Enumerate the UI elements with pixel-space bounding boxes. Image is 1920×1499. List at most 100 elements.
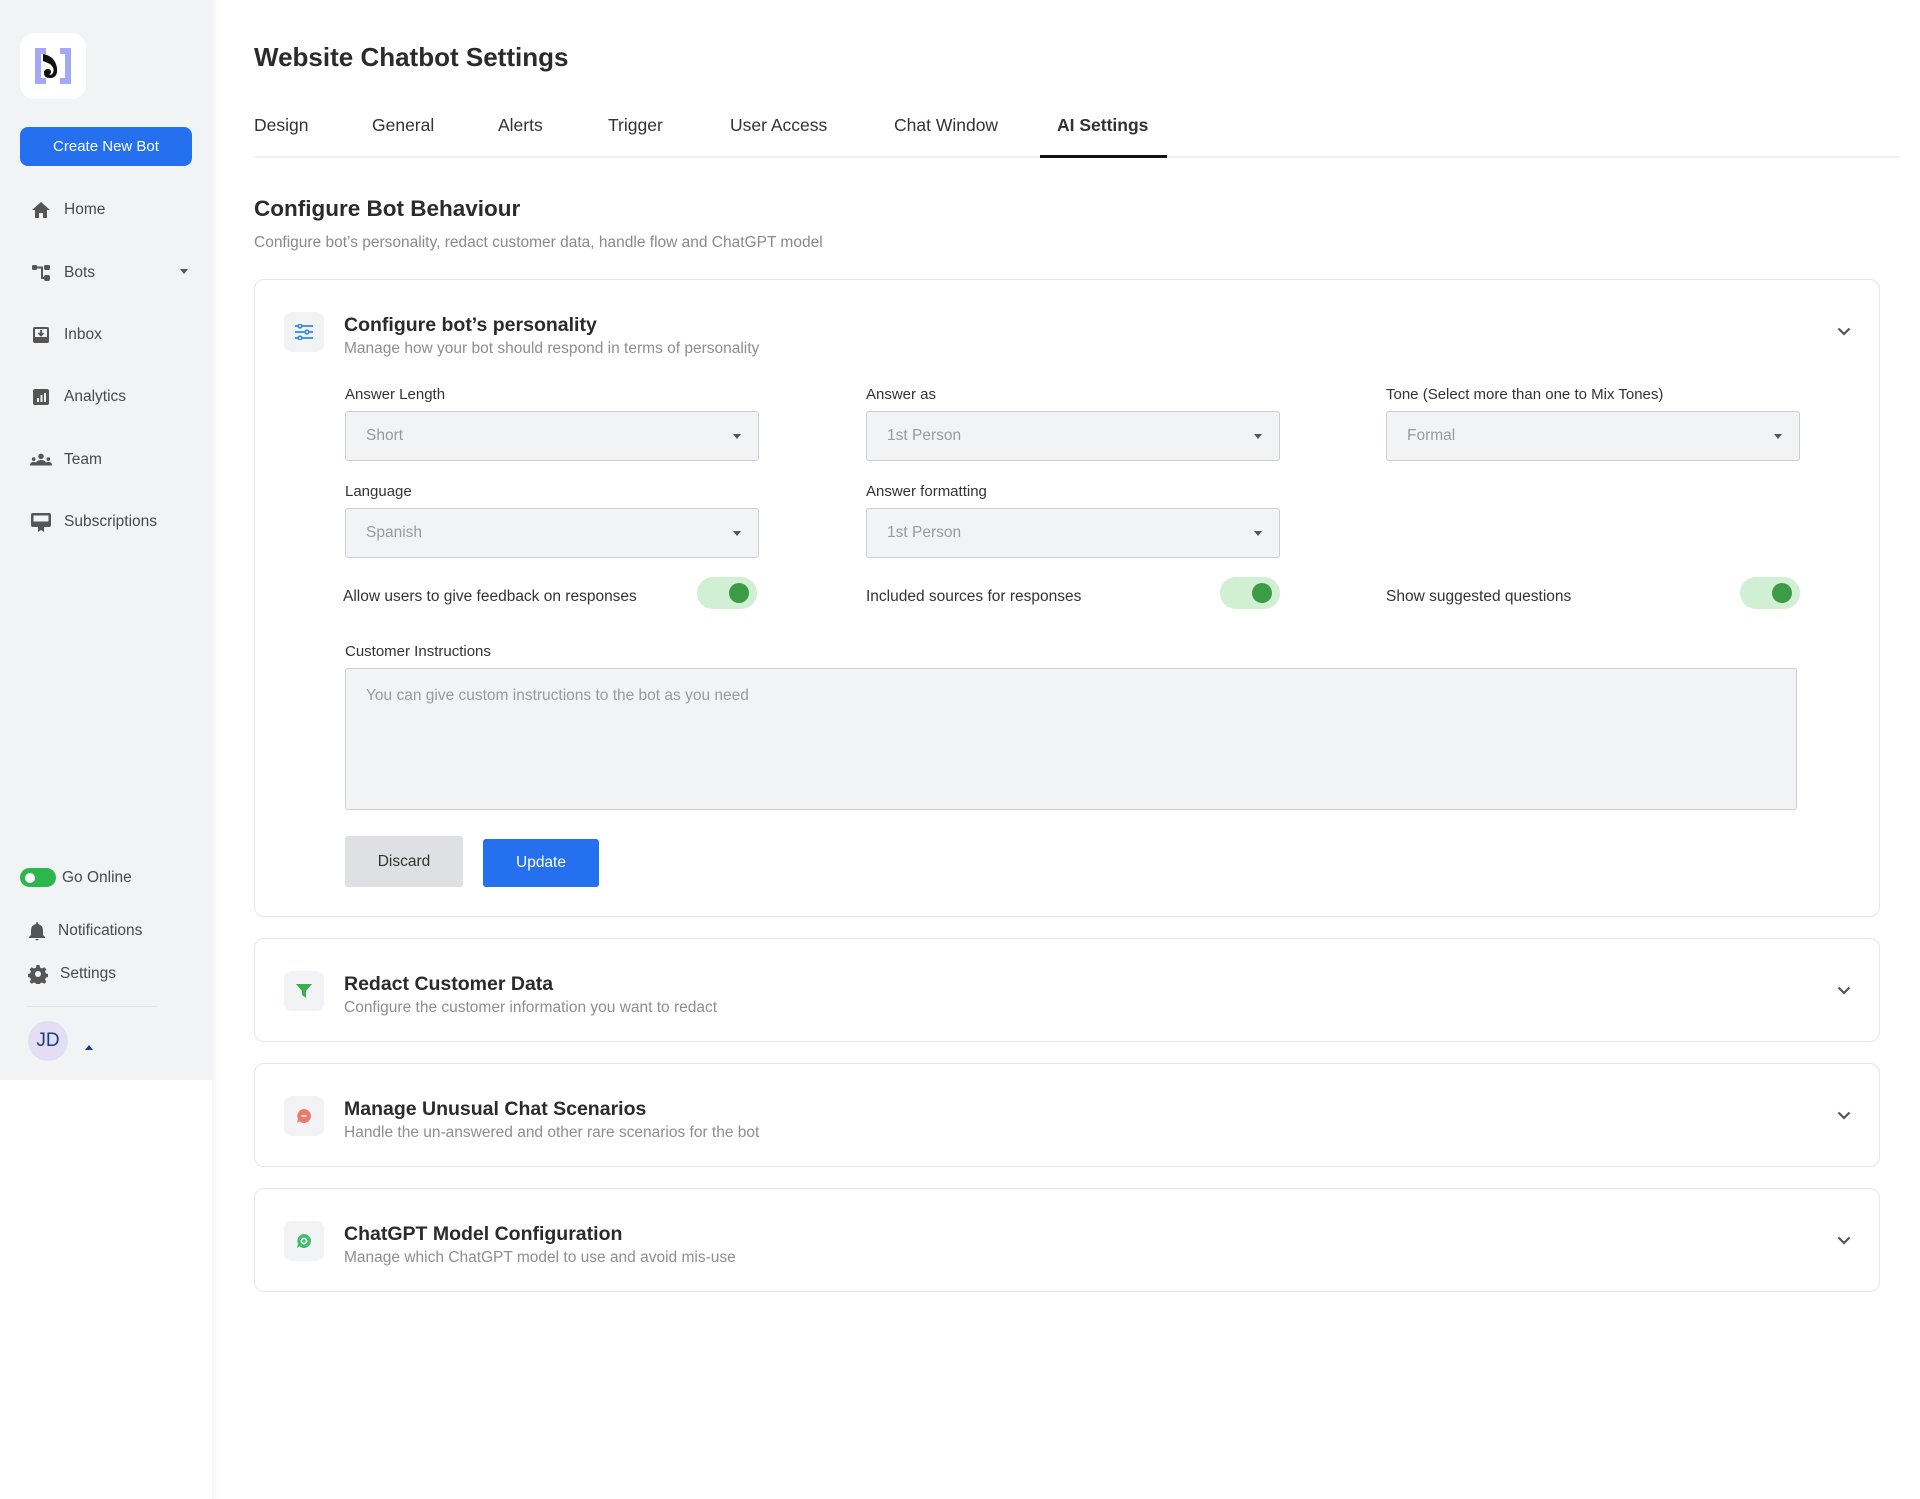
language-label: Language xyxy=(345,483,412,500)
chatgpt-model-card-header[interactable]: ChatGPT Model Configuration Manage which… xyxy=(255,1189,1879,1293)
sidebar-item-analytics[interactable]: Analytics xyxy=(30,382,180,412)
chevron-down-icon[interactable] xyxy=(1835,981,1853,999)
customer-instructions-input[interactable] xyxy=(345,668,1797,810)
answer-as-label: Answer as xyxy=(866,386,937,403)
caret-down-icon xyxy=(733,531,741,536)
answer-length-select[interactable]: Short xyxy=(345,411,759,461)
answer-length-label: Answer Length xyxy=(345,386,446,403)
unusual-scenarios-card[interactable]: Manage Unusual Chat Scenarios Handle the… xyxy=(254,1063,1880,1167)
suggested-questions-toggle[interactable] xyxy=(1740,577,1800,609)
caret-down-icon xyxy=(1774,434,1782,439)
caret-down-icon xyxy=(733,434,741,439)
sidebar-divider xyxy=(27,1006,157,1007)
tab-chat-window[interactable]: Chat Window xyxy=(894,115,998,136)
go-online-label: Go Online xyxy=(62,868,132,886)
select-value: 1st Person xyxy=(887,427,962,444)
tone-label: Tone (Select more than one to Mix Tones) xyxy=(1386,386,1664,403)
customer-instructions-label: Customer Instructions xyxy=(345,643,491,660)
logo-icon xyxy=(35,48,71,84)
tab-user-access[interactable]: User Access xyxy=(730,115,827,136)
card-subtitle: Manage how your bot should respond in te… xyxy=(344,340,760,357)
go-online-row: Go Online xyxy=(20,868,132,887)
home-icon xyxy=(30,199,52,221)
unusual-scenarios-card-header[interactable]: Manage Unusual Chat Scenarios Handle the… xyxy=(255,1064,1879,1168)
chevron-down-icon[interactable] xyxy=(1835,1106,1853,1124)
sources-toggle-label: Included sources for responses xyxy=(866,588,1082,605)
settings-tabs: Design General Alerts Trigger User Acces… xyxy=(254,105,1900,158)
bots-icon xyxy=(30,262,52,284)
sidebar-item-label: Analytics xyxy=(64,388,127,405)
chatgpt-model-card[interactable]: ChatGPT Model Configuration Manage which… xyxy=(254,1188,1880,1292)
sidebar-item-label: Team xyxy=(64,451,102,468)
answer-formatting-select[interactable]: 1st Person xyxy=(866,508,1280,558)
card-title: ChatGPT Model Configuration xyxy=(344,1223,623,1245)
bell-icon xyxy=(29,922,45,941)
caret-up-icon[interactable] xyxy=(85,1045,93,1050)
notifications-label: Notifications xyxy=(58,922,143,939)
chatgpt-icon xyxy=(284,1221,324,1261)
card-subtitle: Manage which ChatGPT model to use and av… xyxy=(344,1249,736,1266)
sidebar: Create New Bot Home Bots Inbox Analytics… xyxy=(0,0,212,1080)
app-logo[interactable] xyxy=(20,33,86,99)
section-subtitle: Configure bot’s personality, redact cust… xyxy=(254,234,823,251)
caret-down-icon[interactable] xyxy=(180,269,188,274)
redact-data-card[interactable]: Redact Customer Data Configure the custo… xyxy=(254,938,1880,1042)
tab-general[interactable]: General xyxy=(372,115,434,136)
create-new-bot-button[interactable]: Create New Bot xyxy=(20,127,192,166)
redact-data-card-header[interactable]: Redact Customer Data Configure the custo… xyxy=(255,939,1879,1043)
personality-card: Configure bot’s personality Manage how y… xyxy=(254,279,1880,917)
sidebar-item-home[interactable]: Home xyxy=(30,195,180,225)
sidebar-item-subscriptions[interactable]: Subscriptions xyxy=(30,507,180,537)
select-value: Short xyxy=(366,427,404,444)
settings-label: Settings xyxy=(60,965,117,982)
tab-trigger[interactable]: Trigger xyxy=(608,115,663,136)
sidebar-shadow xyxy=(212,0,220,1499)
sidebar-item-label: Bots xyxy=(64,264,96,281)
active-tab-indicator xyxy=(1040,155,1167,158)
card-title: Configure bot’s personality xyxy=(344,314,597,336)
language-select[interactable]: Spanish xyxy=(345,508,759,558)
sources-toggle[interactable] xyxy=(1220,577,1280,609)
card-subtitle: Handle the un-answered and other rare sc… xyxy=(344,1124,760,1141)
chevron-down-icon[interactable] xyxy=(1835,322,1853,340)
settings-link[interactable]: Settings xyxy=(28,964,116,984)
tab-ai-settings[interactable]: AI Settings xyxy=(1057,115,1148,136)
tone-select[interactable]: Formal xyxy=(1386,411,1800,461)
select-value: 1st Person xyxy=(887,524,962,541)
inbox-icon xyxy=(30,324,52,346)
update-button[interactable]: Update xyxy=(483,839,599,887)
analytics-icon xyxy=(30,386,52,408)
tab-design[interactable]: Design xyxy=(254,115,308,136)
filter-icon xyxy=(284,971,324,1011)
sidebar-item-bots[interactable]: Bots xyxy=(30,258,188,288)
sliders-icon xyxy=(284,312,324,352)
sidebar-item-inbox[interactable]: Inbox xyxy=(30,320,180,350)
answer-formatting-label: Answer formatting xyxy=(866,483,987,500)
select-value: Spanish xyxy=(366,524,423,541)
chevron-down-icon[interactable] xyxy=(1835,1231,1853,1249)
feedback-toggle[interactable] xyxy=(697,577,757,609)
card-title: Manage Unusual Chat Scenarios xyxy=(344,1098,647,1120)
go-online-toggle[interactable] xyxy=(20,868,56,887)
chat-bubble-icon xyxy=(284,1096,324,1136)
caret-down-icon xyxy=(1254,434,1262,439)
gear-icon xyxy=(28,965,48,984)
notifications-link[interactable]: Notifications xyxy=(28,921,142,941)
page-title: Website Chatbot Settings xyxy=(254,42,569,72)
card-title: Redact Customer Data xyxy=(344,973,554,995)
suggested-questions-toggle-label: Show suggested questions xyxy=(1386,588,1572,605)
discard-button[interactable]: Discard xyxy=(345,836,463,887)
sidebar-item-label: Home xyxy=(64,201,106,218)
avatar[interactable]: JD xyxy=(28,1021,68,1061)
feedback-toggle-label: Allow users to give feedback on response… xyxy=(343,588,637,605)
sidebar-item-label: Inbox xyxy=(64,326,102,343)
sidebar-item-label: Subscriptions xyxy=(64,513,158,530)
personality-card-header[interactable]: Configure bot’s personality Manage how y… xyxy=(255,280,1879,384)
subscriptions-icon xyxy=(30,511,52,533)
caret-down-icon xyxy=(1254,531,1262,536)
tab-alerts[interactable]: Alerts xyxy=(498,115,543,136)
answer-as-select[interactable]: 1st Person xyxy=(866,411,1280,461)
sidebar-item-team[interactable]: Team xyxy=(30,445,180,475)
team-icon xyxy=(30,449,52,471)
section-title: Configure Bot Behaviour xyxy=(254,196,521,221)
